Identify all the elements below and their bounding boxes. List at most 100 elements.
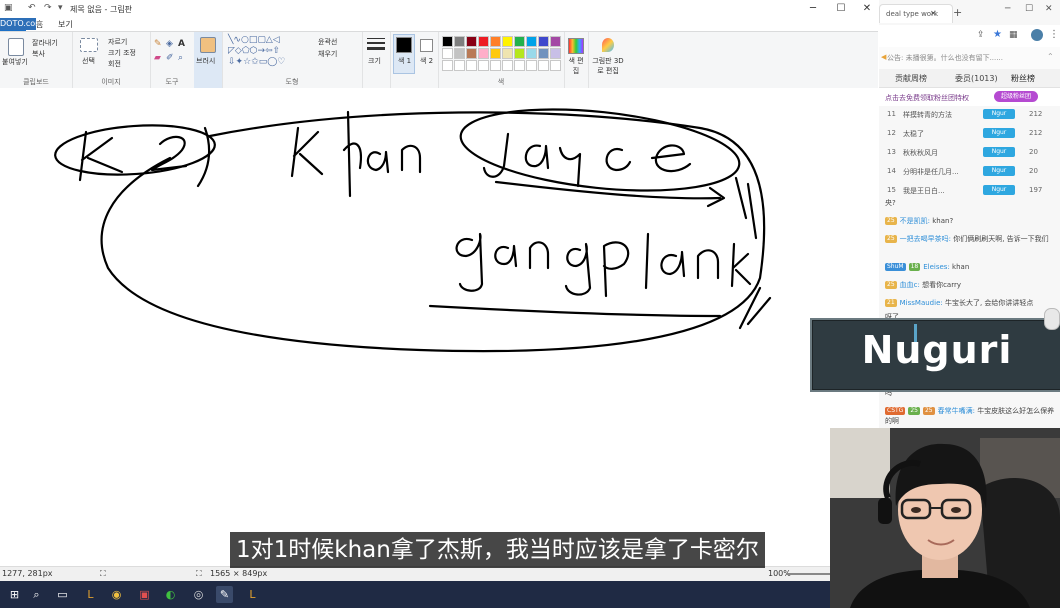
drawing-canvas[interactable]	[0, 88, 878, 566]
palette-swatch[interactable]	[526, 36, 537, 47]
shapes-row-3-icon[interactable]: ⇩✦☆✩▭◯♡	[228, 58, 285, 67]
palette-swatch[interactable]	[442, 60, 453, 71]
palette-swatch[interactable]	[466, 60, 477, 71]
shapes-row-1-icon[interactable]: ╲∿○□▢△◁	[228, 36, 280, 45]
select-button[interactable]: 선택	[82, 56, 95, 66]
palette-swatch[interactable]	[550, 36, 561, 47]
tab-view[interactable]: 보기	[52, 19, 79, 30]
outline-button[interactable]: 윤곽선	[318, 37, 337, 47]
paint3d-button[interactable]: 그림판 3D로 편집	[590, 56, 626, 76]
undo-icon[interactable]: ↶	[28, 3, 36, 13]
pencil-icon[interactable]: ✎	[154, 40, 162, 49]
tab-weekly-contribution[interactable]: 贡献周榜	[895, 73, 927, 84]
save-icon[interactable]: ▣	[4, 3, 13, 13]
search-icon[interactable]: ⌕	[28, 586, 45, 603]
chat-username[interactable]: MissMaudie:	[900, 299, 945, 307]
paste-icon[interactable]	[8, 38, 24, 56]
size-button[interactable]: 크기	[368, 56, 381, 66]
profile-avatar[interactable]	[1031, 29, 1043, 41]
palette-swatch[interactable]	[526, 60, 537, 71]
bookmark-star-icon[interactable]: ★	[993, 29, 1002, 40]
collapse-icon[interactable]: ⌃	[1047, 52, 1054, 61]
close-button[interactable]: ✕	[856, 2, 878, 16]
rank-row[interactable]: 12 太稳了 Ngur 212	[879, 125, 1060, 144]
palette-swatch[interactable]	[442, 48, 453, 59]
color1-swatch[interactable]	[396, 37, 412, 53]
palette-swatch[interactable]	[538, 60, 549, 71]
brushes-button[interactable]: 브러시	[196, 56, 215, 66]
edit-colors-button[interactable]: 색 편집	[566, 56, 586, 76]
palette-swatch[interactable]	[490, 36, 501, 47]
maximize-button[interactable]: ☐	[830, 2, 852, 16]
palette-swatch[interactable]	[502, 48, 513, 59]
league-game-icon[interactable]: L	[244, 586, 261, 603]
rank-row[interactable]: 13 秋秋秋风月 Ngur 20	[879, 144, 1060, 163]
fill-button[interactable]: 채우기	[318, 49, 337, 59]
task-view-icon[interactable]: ▭	[54, 586, 71, 603]
text-icon[interactable]: A	[178, 40, 185, 49]
paste-button[interactable]: 붙여넣기	[2, 57, 28, 67]
palette-swatch[interactable]	[502, 36, 513, 47]
palette-swatch[interactable]	[526, 48, 537, 59]
select-icon[interactable]	[80, 38, 98, 52]
eraser-icon[interactable]: ▰	[154, 54, 161, 63]
rank-row[interactable]: 14 分明非是任几月... Ngur 20	[879, 163, 1060, 182]
palette-swatch[interactable]	[490, 60, 501, 71]
palette-swatch[interactable]	[478, 36, 489, 47]
palette-swatch[interactable]	[442, 36, 453, 47]
palette-swatch[interactable]	[538, 48, 549, 59]
brush-icon[interactable]	[200, 37, 216, 53]
chat-username[interactable]: 一把去喝早茶吗:	[900, 235, 954, 243]
tab-members[interactable]: 委员(1013)	[955, 73, 998, 84]
palette-swatch[interactable]	[502, 60, 513, 71]
palette-swatch[interactable]	[478, 60, 489, 71]
color-picker-icon[interactable]: ✐	[166, 54, 174, 63]
tab-fans[interactable]: 粉丝榜	[1011, 73, 1035, 84]
palette-swatch[interactable]	[466, 36, 477, 47]
app-icon-3[interactable]: ◎	[190, 586, 207, 603]
palette-swatch[interactable]	[454, 36, 465, 47]
palette-swatch[interactable]	[490, 48, 501, 59]
app-icon-2[interactable]: ◐	[162, 586, 179, 603]
chrome-icon[interactable]: ◉	[108, 586, 125, 603]
quick-access-dropdown-icon[interactable]: ▾	[58, 3, 63, 13]
fill-icon[interactable]: ◈	[166, 40, 173, 49]
paint-taskbar-icon[interactable]: ✎	[216, 586, 233, 603]
tab-close-icon[interactable]: ✕	[930, 9, 937, 18]
palette-swatch[interactable]	[538, 36, 549, 47]
palette-swatch[interactable]	[550, 60, 561, 71]
browser-tab[interactable]: deal type work ✕	[879, 4, 953, 23]
edit-colors-icon[interactable]	[568, 38, 584, 54]
shapes-row-2-icon[interactable]: ◸◇⬠⬡→⇦⇧	[228, 47, 280, 56]
app-icon[interactable]: ▣	[136, 586, 153, 603]
share-icon[interactable]: ⇪	[977, 30, 985, 40]
rank-row[interactable]: 11 样摸转青的方法 Ngur 212	[879, 106, 1060, 125]
rotate-button[interactable]: 회전	[108, 59, 121, 69]
league-client-icon[interactable]: L	[82, 586, 99, 603]
cut-button[interactable]: 잘라내기	[32, 38, 58, 48]
menu-icon[interactable]: ⋮	[1049, 29, 1059, 40]
fan-club-bar[interactable]: 点击去免费领取粉丝团特权 超级粉丝团	[879, 88, 1060, 106]
palette-swatch[interactable]	[514, 60, 525, 71]
magnifier-icon[interactable]: ⌕	[178, 54, 183, 63]
chat-username[interactable]: 春常牛嘴满:	[938, 407, 978, 415]
redo-icon[interactable]: ↷	[44, 3, 52, 13]
palette-swatch[interactable]	[454, 60, 465, 71]
fan-club-badge[interactable]: 超级粉丝团	[994, 91, 1038, 102]
palette-swatch[interactable]	[466, 48, 477, 59]
color2-swatch[interactable]	[420, 39, 433, 52]
palette-swatch[interactable]	[514, 48, 525, 59]
palette-swatch[interactable]	[478, 48, 489, 59]
minimize-icon[interactable]: ─	[1005, 4, 1010, 14]
new-tab-icon[interactable]: +	[953, 6, 962, 19]
chat-username[interactable]: Eleises:	[923, 263, 952, 271]
palette-swatch[interactable]	[514, 36, 525, 47]
copy-button[interactable]: 복사	[32, 49, 45, 59]
chat-username[interactable]: 不是凯凯:	[900, 217, 933, 225]
close-icon[interactable]: ✕	[1045, 4, 1053, 14]
chat-username[interactable]: 血血c:	[900, 281, 922, 289]
palette-swatch[interactable]	[550, 48, 561, 59]
resize-button[interactable]: 크기 조정	[108, 48, 136, 58]
palette-swatch[interactable]	[454, 48, 465, 59]
extension-icon[interactable]: ▦	[1009, 30, 1018, 40]
